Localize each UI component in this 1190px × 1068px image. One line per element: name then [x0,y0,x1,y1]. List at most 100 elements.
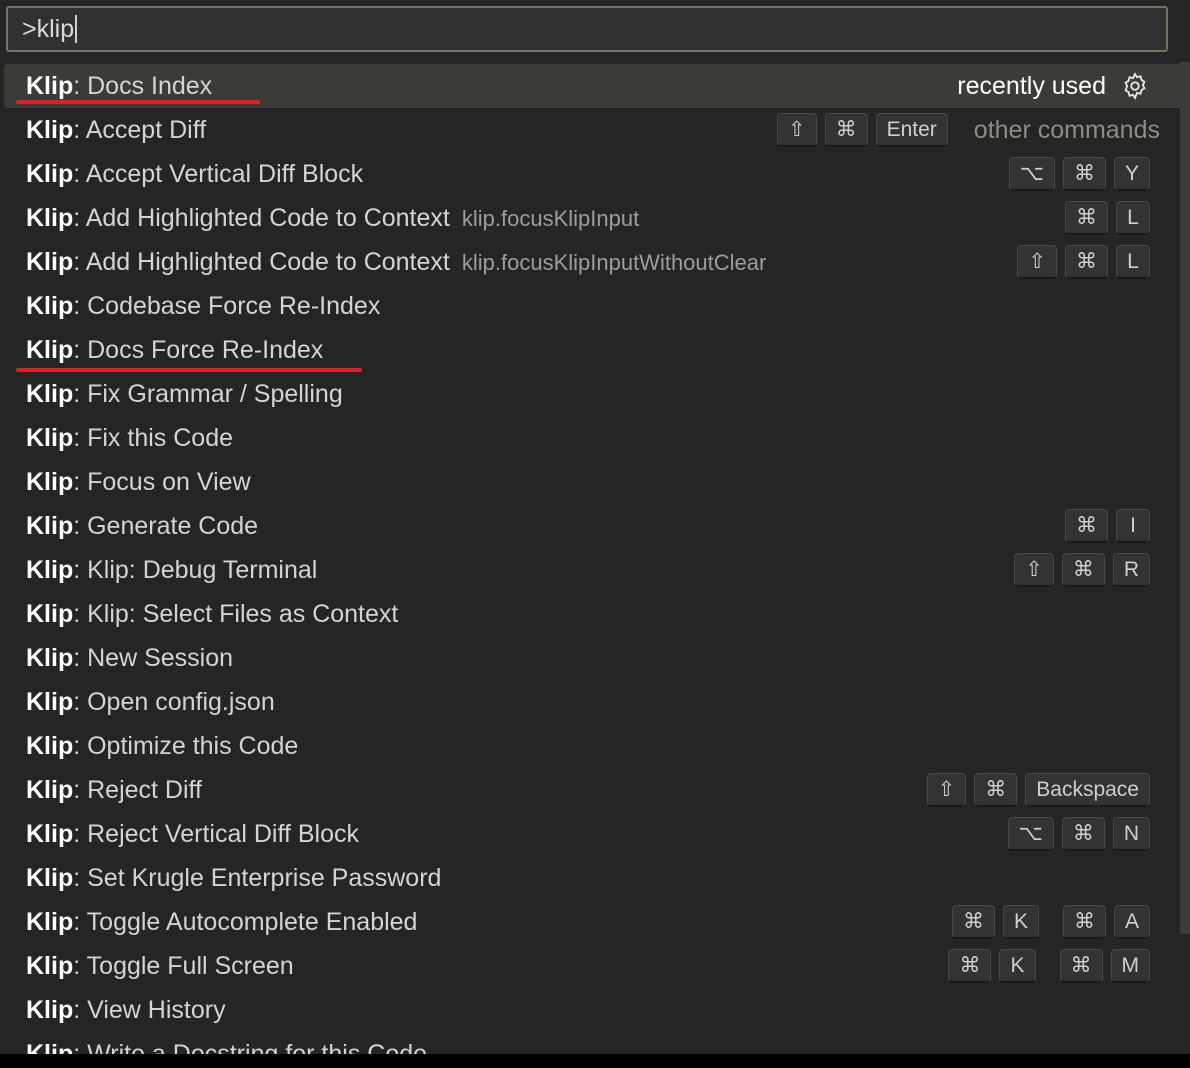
keybinding-key: ⌘ [1065,201,1108,235]
command-prefix: Klip [26,599,74,628]
command-title: : Klip: Select Files as Context [73,599,399,628]
command-title: : Reject Vertical Diff Block [73,819,359,848]
command-prefix: Klip [26,995,74,1024]
command-item[interactable]: Klip: Docs Force Re-Index [4,328,1184,372]
command-item[interactable]: Klip: Accept Diff ⇧ ⌘ Enter other commands [4,108,1184,152]
command-title: : Set Krugle Enterprise Password [73,863,442,892]
command-title: : Open config.json [73,687,275,716]
command-label: Klip: New Session [26,644,233,673]
command-item[interactable]: Klip: New Session [4,636,1184,680]
command-label: Klip: Optimize this Code [26,732,298,761]
command-title: : Fix Grammar / Spelling [73,379,343,408]
command-item[interactable]: Klip: View History [4,988,1184,1032]
keybinding-key: ⇧ [1014,553,1054,587]
command-meta: ⇧ ⌘ Enter other commands [776,113,1160,147]
command-item[interactable]: Klip: Accept Vertical Diff Block ⌥ ⌘ Y [4,152,1184,196]
command-label: Klip: Klip: Select Files as Context [26,600,398,629]
command-title: : Add Highlighted Code to Context [73,247,450,276]
command-item[interactable]: Klip: Klip: Debug Terminal ⇧ ⌘ R [4,548,1184,592]
command-meta: ⌥ ⌘ N [1007,817,1150,851]
keybinding-key: ⌘ [1061,553,1105,587]
command-label: Klip: Add Highlighted Code to Context kli… [26,248,766,277]
command-item[interactable]: Klip: Codebase Force Re-Index [4,284,1184,328]
command-title: : Toggle Full Screen [73,951,294,980]
keybinding-key: L [1116,201,1150,235]
gear-icon[interactable] [1120,71,1150,101]
command-prefix: Klip [26,71,74,100]
command-label: Klip: Set Krugle Enterprise Password [26,864,441,893]
command-title: : Codebase Force Re-Index [73,291,381,320]
command-item[interactable]: Klip: Reject Vertical Diff Block ⌥ ⌘ N [4,812,1184,856]
command-label: Klip: Klip: Debug Terminal [26,556,317,585]
command-item[interactable]: Klip: Add Highlighted Code to Context kli… [4,196,1184,240]
window-bottom-edge [0,1054,1190,1068]
command-meta: ⌘ L [1065,201,1150,235]
command-label: Klip: Accept Vertical Diff Block [26,160,363,189]
command-prefix: Klip [26,115,74,144]
keybinding-key: R [1112,553,1150,587]
keybinding-key: ⌘ [948,949,992,983]
command-item[interactable]: Klip: Fix Grammar / Spelling [4,372,1184,416]
command-item[interactable]: Klip: Open config.json [4,680,1184,724]
command-item[interactable]: Klip: Write a Docstring for this Code [4,1032,1184,1055]
command-palette: >klip Klip: Docs Index recently used Klip:… [0,0,1190,1068]
command-list: Klip: Docs Index recently used Klip: Accep… [4,64,1190,1054]
keybinding-key: Backspace [1025,773,1150,807]
command-item[interactable]: Klip: Optimize this Code [4,724,1184,768]
command-item[interactable]: Klip: Toggle Full Screen ⌘ K ⌘ M [4,944,1184,988]
other-commands-label: other commands [973,115,1160,144]
keybinding-key: ⇧ [1017,245,1057,279]
command-prefix: Klip [26,555,74,584]
keybinding-key: K [1002,905,1039,939]
annotation-underline-docs-force-reindex [16,368,362,372]
command-item[interactable]: Klip: Set Krugle Enterprise Password [4,856,1184,900]
command-title: : Docs Force Re-Index [73,335,324,364]
command-item[interactable]: Klip: Add Highlighted Code to Context kli… [4,240,1184,284]
command-item[interactable]: Klip: Fix this Code [4,416,1184,460]
command-id: klip.focusKlipInputWithoutClear [461,249,767,275]
command-prefix: Klip [26,335,74,364]
command-prefix: Klip [26,863,74,892]
command-prefix: Klip [26,643,74,672]
keybinding-key: ⌘ [824,113,868,147]
command-meta: ⌘ K ⌘ A [951,905,1150,939]
command-title: : New Session [73,643,234,672]
command-item[interactable]: Klip: Toggle Autocomplete Enabled ⌘ K ⌘ A [4,900,1184,944]
command-item[interactable]: Klip: Klip: Select Files as Context [4,592,1184,636]
keybinding-key: ⌥ [1008,157,1055,191]
keybinding-key: Y [1113,157,1150,191]
command-title: : Generate Code [73,511,259,540]
command-item[interactable]: Klip: Focus on View [4,460,1184,504]
command-meta: recently used [957,71,1150,101]
command-search-input[interactable]: >klip [6,6,1168,52]
command-item[interactable]: Klip: Generate Code ⌘ I [4,504,1184,548]
recently-used-label: recently used [957,71,1106,100]
keybinding-key: M [1110,949,1150,983]
command-label: Klip: Focus on View [26,468,251,497]
keybinding-key: K [999,949,1036,983]
command-label: Klip: Add Highlighted Code to Context kli… [26,204,639,233]
command-item[interactable]: Klip: Reject Diff ⇧ ⌘ Backspace [4,768,1184,812]
keybinding-key: ⇧ [776,113,817,147]
keybinding-key: ⌥ [1007,817,1054,851]
command-title: : Klip: Debug Terminal [73,555,318,584]
command-label: Klip: Accept Diff [26,116,206,145]
command-prefix: Klip [26,379,74,408]
command-title: : Accept Diff [73,115,207,144]
keybinding-key: ⌘ [1062,157,1106,191]
command-search-text[interactable]: >klip [22,15,74,44]
scrollbar[interactable] [1180,62,1190,934]
command-title: : Accept Vertical Diff Block [73,159,364,188]
command-prefix: Klip [26,1039,74,1055]
keybinding-key: ⌘ [1059,949,1103,983]
command-meta: ⌘ K ⌘ M [948,949,1150,983]
command-prefix: Klip [26,423,74,452]
command-meta: ⌘ I [1065,509,1150,543]
keybinding-key: ⌘ [1065,245,1108,279]
command-title: : View History [73,995,226,1024]
command-prefix: Klip [26,291,74,320]
command-id: klip.focusKlipInput [461,205,640,231]
command-prefix: Klip [26,511,74,540]
keybinding-key: ⌘ [1061,817,1105,851]
command-prefix: Klip [26,907,74,936]
